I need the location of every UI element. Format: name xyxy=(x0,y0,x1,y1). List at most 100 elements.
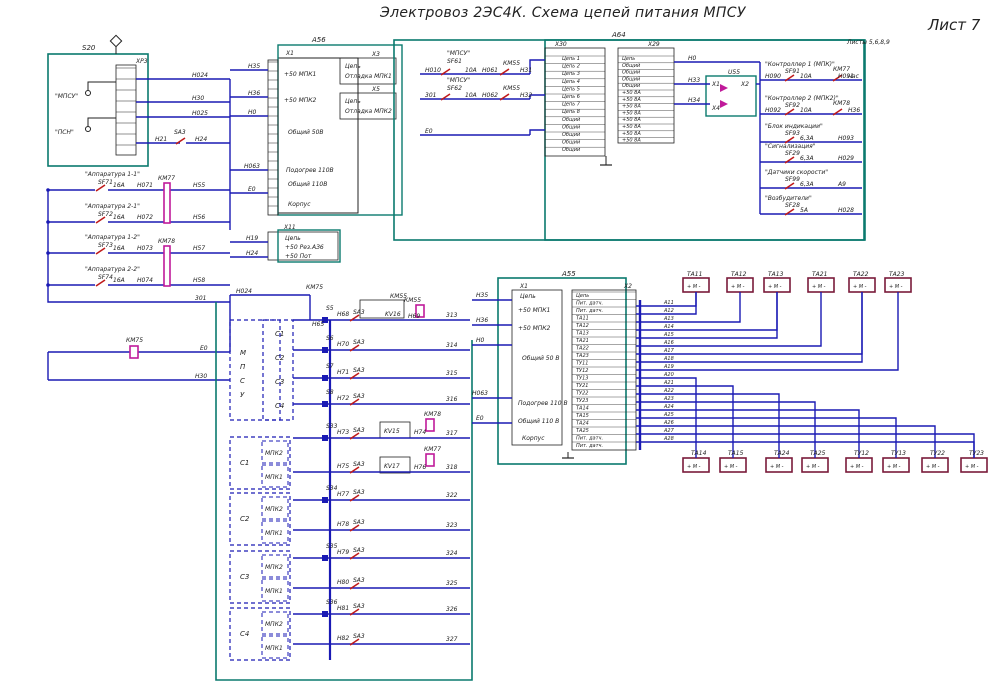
out-wire: Н028 xyxy=(838,207,854,214)
breaker-wire: Н072 xyxy=(137,214,153,221)
mpsu-letter: У xyxy=(240,391,245,399)
mpsu-n-label: Н70 xyxy=(337,341,349,348)
c-unit-label: С4 xyxy=(240,630,249,638)
a64-x29-cell: +50 8А xyxy=(622,138,641,144)
c-unit-label: С2 xyxy=(240,515,250,523)
n76-label: Н76 xyxy=(414,464,426,471)
a55-x2-cell: ТА22 xyxy=(576,346,589,352)
a64-x30-cell: Цепь 3 xyxy=(562,71,580,77)
a56-x11-label: X11 xyxy=(283,224,296,231)
out-caption: "Блок индикации" xyxy=(765,123,823,130)
a-wire-label: А14 xyxy=(663,324,674,330)
a64-x30-cell: Цепь 8 xyxy=(562,109,580,115)
mpk1-label: МПК1 xyxy=(265,474,283,481)
out-wire: Н093 xyxy=(838,135,854,142)
sf62-amp: 10А xyxy=(465,92,477,99)
a-wire-label: А21 xyxy=(663,380,674,386)
mpsu-s-label: S34 xyxy=(326,485,338,492)
a55-x2-cell: ТУ22 xyxy=(576,391,588,397)
a64-x30-cell: Цепь 2 xyxy=(562,64,580,70)
wire xyxy=(680,292,778,339)
a55-x2-cell: ТА13 xyxy=(576,331,589,337)
a55-x2-cell: ТА14 xyxy=(576,406,589,412)
a56-row-common110: Общий 110В xyxy=(288,181,327,188)
sensor-pins: + М - xyxy=(731,284,745,290)
breaker-out: Н56 xyxy=(193,214,205,221)
mpk1-label: МПК1 xyxy=(265,530,283,537)
wire-label-n24: Н24 xyxy=(195,136,207,143)
wire-label-n32: Н32 xyxy=(520,92,532,99)
out-id: SF28 xyxy=(785,202,800,209)
mpsu-letter: П xyxy=(240,363,246,371)
wire-label-n063: Н063 xyxy=(244,163,260,170)
wire-label-n30: Н30 xyxy=(192,95,204,102)
wire-label-n30b: Н30 xyxy=(195,373,207,380)
sa3-contact xyxy=(175,137,186,145)
sf62-id: SF62 xyxy=(447,85,462,92)
km55b2-label: КМ55 xyxy=(503,85,520,92)
a-wire-label: А24 xyxy=(663,404,674,410)
n69-label: Н69 xyxy=(408,313,420,320)
sensor-pins: + М - xyxy=(768,284,782,290)
out-wire: Н029 xyxy=(838,155,854,162)
s20-frame xyxy=(47,53,149,167)
mpsu-n-label: Н82 xyxy=(337,635,349,642)
sensor-pins: + М - xyxy=(853,284,867,290)
out-wire-in: Н092 xyxy=(765,107,781,114)
km78-coil-b xyxy=(425,418,435,432)
sensor-label: ТА13 xyxy=(768,271,784,278)
sf61-amp: 10А xyxy=(465,67,477,74)
out-amp: 10А xyxy=(800,73,812,80)
a55-x2-cell: Пит. датч. xyxy=(576,436,603,442)
sensor-label: ТА23 xyxy=(889,271,905,278)
a64-x29-cell: Общий xyxy=(622,70,641,76)
sensor-pins: + М - xyxy=(770,464,784,470)
mpsu-sa-label: SA3 xyxy=(353,461,365,468)
out-amp: 6,3А xyxy=(800,135,814,142)
a64-x29-cell: +50 8А xyxy=(622,97,641,103)
a-wire-label: А12 xyxy=(663,308,674,314)
mpsu-switch xyxy=(322,497,328,503)
out-amp: 5А xyxy=(800,207,808,214)
wire-label-n35: Н35 xyxy=(248,63,260,70)
a64-x29-cell: Цепь xyxy=(622,56,635,62)
breaker-caption: "Аппаратура 1-2" xyxy=(85,234,140,241)
mpsu-n-label: Н75 xyxy=(337,463,349,470)
out-id: SF92 xyxy=(785,102,800,109)
a56-x5 xyxy=(339,92,397,120)
mpsu-n-label: Н71 xyxy=(337,369,349,376)
u55-label: U55 xyxy=(728,69,740,76)
a-wire-label: А13 xyxy=(663,316,674,322)
wire-label-n21: Н21 xyxy=(155,136,167,143)
breaker-caption: "Аппаратура 1-1" xyxy=(85,171,140,178)
mpsu-sa-label: SA3 xyxy=(353,367,365,374)
wire-label-n24b: Н24 xyxy=(246,250,258,257)
out-id: SF99 xyxy=(785,176,800,183)
mpsu-switch xyxy=(322,555,328,561)
mpsu-sa-label: SA3 xyxy=(353,547,365,554)
junction-dot xyxy=(46,251,50,255)
wire-label-n0: Н0 xyxy=(248,109,257,116)
mpsu-out-label: 322 xyxy=(446,492,458,499)
c-unit xyxy=(229,492,291,546)
n65-label: Н65 xyxy=(312,321,324,328)
s20-mpsu-label: "МПСУ" xyxy=(55,93,78,100)
mpk2-label: МПК2 xyxy=(265,621,283,628)
mpsu-s-label: S8 xyxy=(326,389,334,396)
sensor-pins: + М - xyxy=(687,284,701,290)
km78-label: КМ78 xyxy=(158,238,175,245)
sensor-label: ТУ23 xyxy=(969,450,984,457)
mpsu-n-label: Н79 xyxy=(337,549,349,556)
mpsu-out-label: 316 xyxy=(446,396,458,403)
breaker-caption: "Аппаратура 2-2" xyxy=(85,266,140,273)
mpsu-n-label: Н73 xyxy=(337,429,349,436)
breaker-amp: 16А xyxy=(113,245,125,252)
mpsu-n-label: Н81 xyxy=(337,605,349,612)
mpsu-out-label: 318 xyxy=(446,464,458,471)
a64-x30-cell: Общий xyxy=(562,140,581,146)
out-id: SF29 xyxy=(785,150,800,157)
a55-x2-cell: ТА25 xyxy=(576,428,589,434)
mpsu-switch xyxy=(322,375,328,381)
a55-x2-cell: ТА23 xyxy=(576,353,589,359)
breaker-amp: 16А xyxy=(113,214,125,221)
